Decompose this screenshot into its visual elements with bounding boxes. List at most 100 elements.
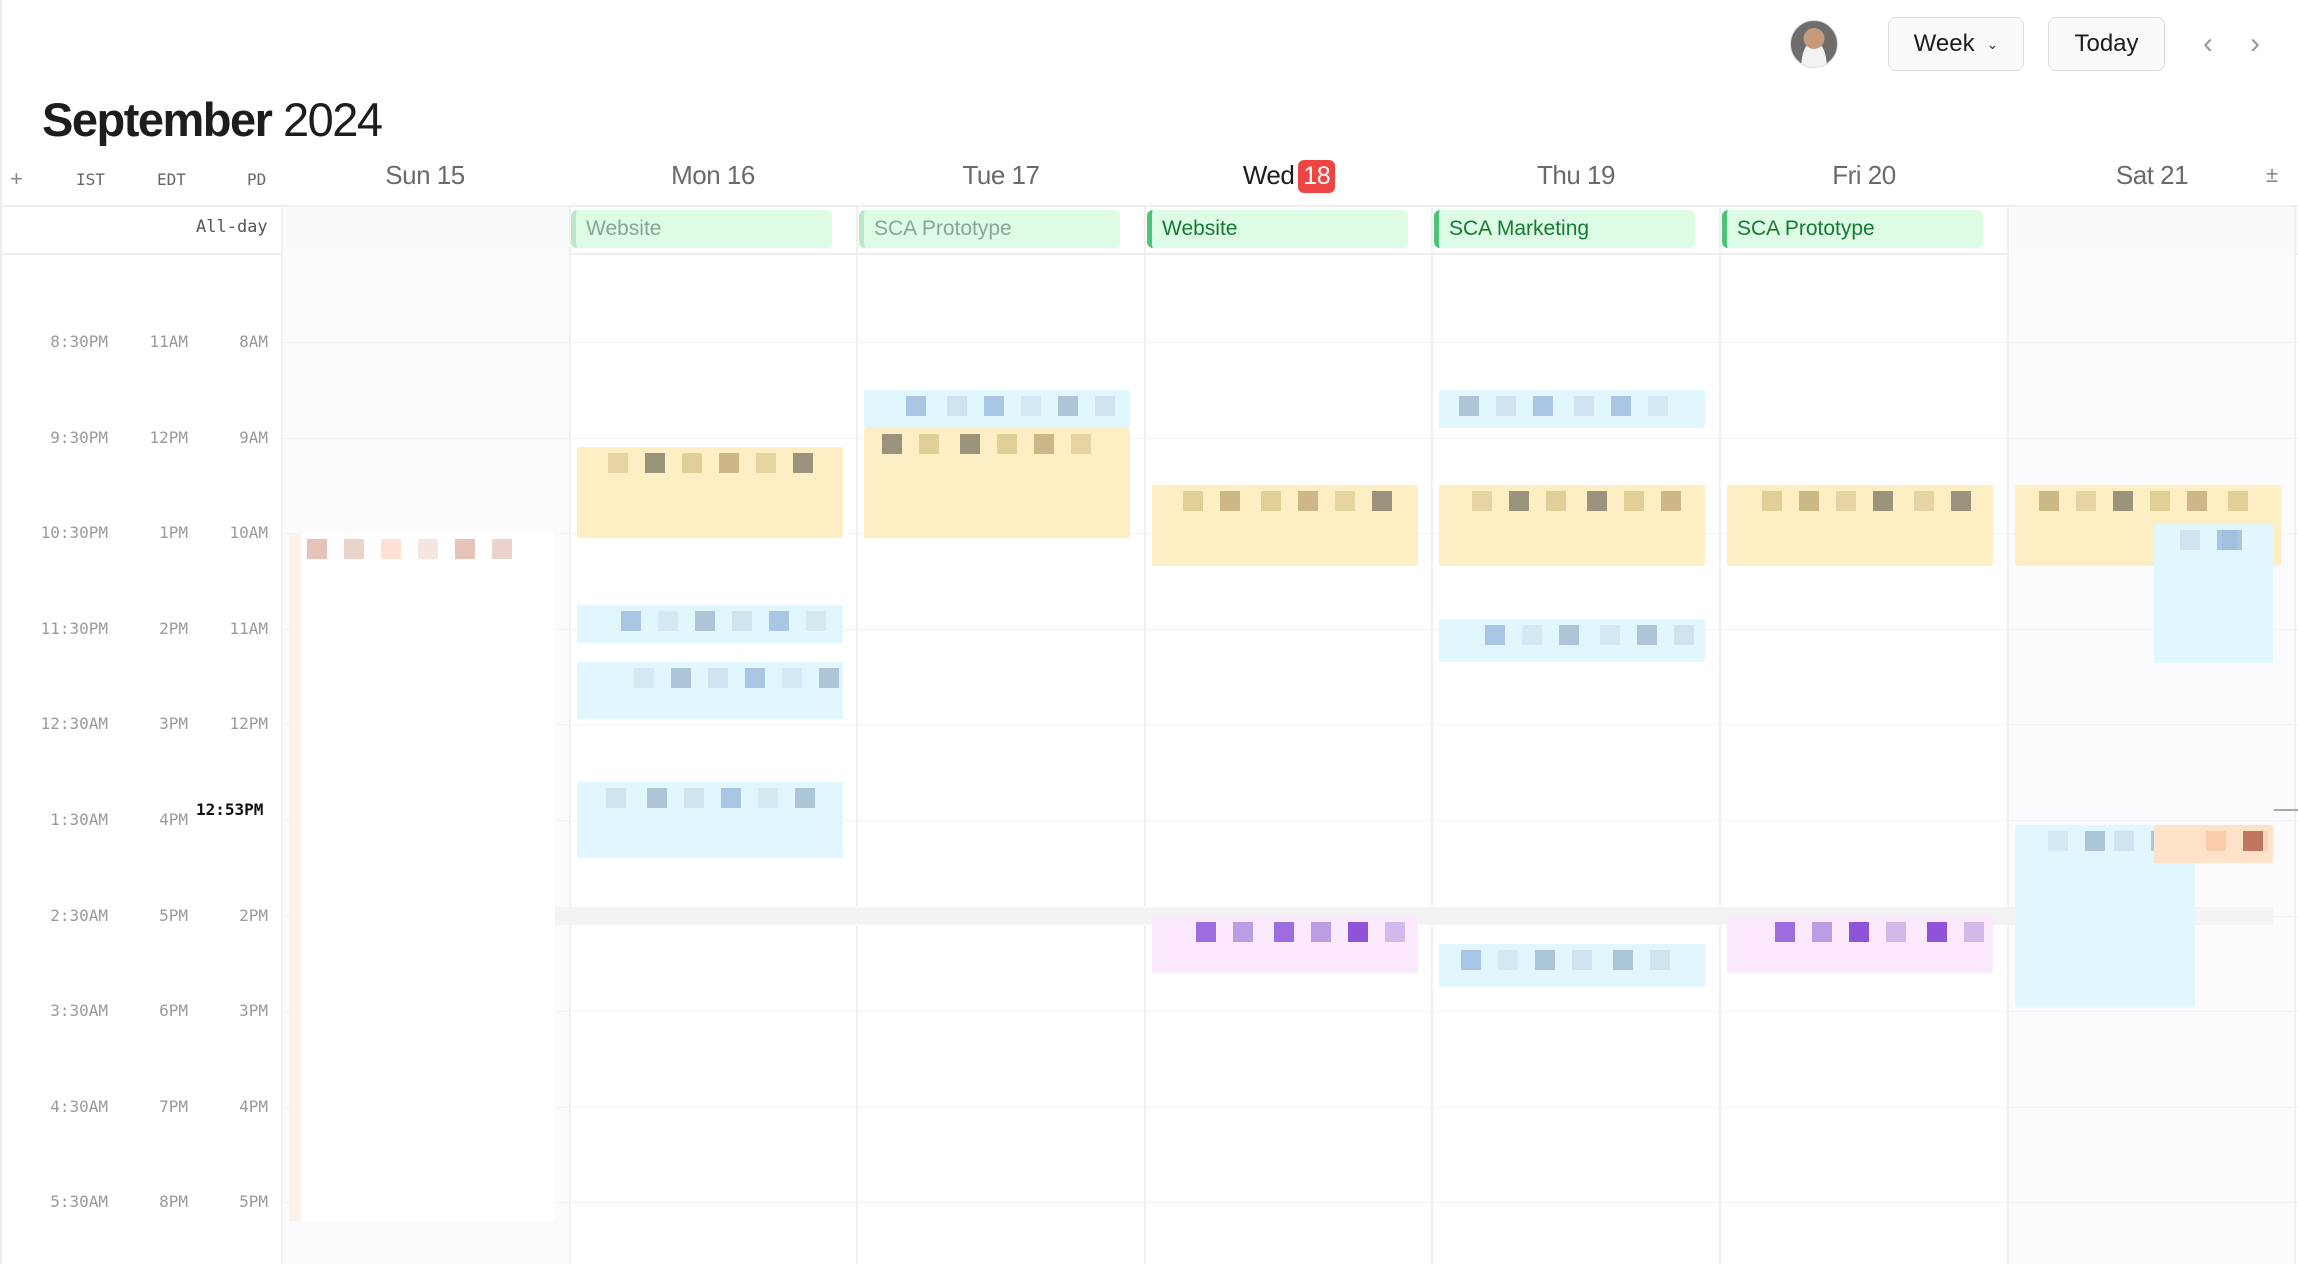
time-label: 8:30PM xyxy=(50,332,108,351)
time-label: 7PM xyxy=(159,1097,188,1116)
calendar-event[interactable] xyxy=(864,390,1130,428)
add-timezone-icon[interactable]: + xyxy=(10,166,23,192)
day-label: Thu 19 xyxy=(1537,160,1615,190)
obscured-text-pixel xyxy=(1964,922,1984,942)
obscured-text-pixel xyxy=(708,668,728,688)
day-header-tue[interactable]: Tue 17 xyxy=(857,160,1145,191)
obscured-text-pixel xyxy=(756,453,776,473)
obscured-text-pixel xyxy=(1509,491,1530,511)
obscured-text-pixel xyxy=(1021,396,1041,416)
obscured-text-pixel xyxy=(1927,922,1947,942)
view-select-label: Week xyxy=(1913,30,1975,57)
obscured-text-pixel xyxy=(2180,530,2200,550)
day-header-thu[interactable]: Thu 19 xyxy=(1432,160,1720,191)
time-label: 10:30PM xyxy=(40,523,108,542)
title-month: September xyxy=(42,93,273,146)
obscured-text-pixel xyxy=(1335,491,1355,511)
calendar-event[interactable] xyxy=(1727,485,1993,566)
obscured-text-pixel xyxy=(1624,491,1644,511)
calendar-event[interactable] xyxy=(577,662,843,719)
chevron-right-icon[interactable]: › xyxy=(2240,24,2270,64)
obscured-text-pixel xyxy=(647,788,667,808)
obscured-text-pixel xyxy=(1661,491,1681,511)
hour-gridline xyxy=(281,1202,2298,1203)
time-label: 3PM xyxy=(159,714,188,733)
allday-event[interactable]: SCA Marketing xyxy=(1434,210,1695,248)
day-header-mon[interactable]: Mon 16 xyxy=(569,160,857,191)
obscured-text-pixel xyxy=(1849,922,1870,942)
zoom-adjust-icon[interactable]: ± xyxy=(2266,162,2278,188)
calendar-event[interactable] xyxy=(577,447,843,538)
allday-cell-sat[interactable] xyxy=(2010,207,2298,253)
calendar-event[interactable] xyxy=(1152,916,1418,973)
window-edge xyxy=(0,0,2,1264)
obscured-text-pixel xyxy=(1574,396,1594,416)
time-label: 10AM xyxy=(229,523,268,542)
chevron-down-icon: ⌄ xyxy=(1986,35,1999,52)
obscured-text-pixel xyxy=(782,668,802,688)
user-avatar[interactable] xyxy=(1790,20,1838,68)
obscured-text-pixel xyxy=(1613,950,1633,970)
obscured-text-pixel xyxy=(1546,491,1567,511)
obscured-text-pixel xyxy=(1775,922,1796,942)
page-title: September 2024 xyxy=(42,92,383,147)
obscured-text-pixel xyxy=(806,611,826,631)
day-header-wed[interactable]: Wed 18 xyxy=(1145,160,1433,193)
time-label: 3:30AM xyxy=(50,1001,108,1020)
calendar-event[interactable] xyxy=(577,782,843,858)
time-label: 11:30PM xyxy=(40,619,108,638)
calendar-event[interactable] xyxy=(1439,485,1705,566)
obscured-text-pixel xyxy=(2150,491,2171,511)
obscured-text-pixel xyxy=(1914,491,1934,511)
obscured-text-pixel xyxy=(769,611,789,631)
day-header-fri[interactable]: Fri 20 xyxy=(1720,160,2008,191)
calendar-event[interactable] xyxy=(2154,825,2273,863)
obscured-text-pixel xyxy=(1886,922,1907,942)
allday-event[interactable]: SCA Prototype xyxy=(859,210,1120,248)
day-header-sat[interactable]: Sat 21 xyxy=(2008,160,2296,191)
calendar-event[interactable] xyxy=(1439,944,1705,987)
obscured-text-pixel xyxy=(2085,831,2105,851)
current-time-marker xyxy=(2274,809,2298,811)
obscured-text-pixel xyxy=(418,539,438,559)
obscured-text-pixel xyxy=(1572,950,1593,970)
obscured-text-pixel xyxy=(2228,491,2248,511)
calendar-event[interactable] xyxy=(864,428,1130,538)
time-label: 5PM xyxy=(159,906,188,925)
obscured-text-pixel xyxy=(1058,396,1078,416)
allday-event[interactable]: Website xyxy=(571,210,832,248)
obscured-text-pixel xyxy=(381,539,401,559)
chevron-left-icon[interactable]: ‹ xyxy=(2193,24,2223,64)
time-label: 1PM xyxy=(159,523,188,542)
current-time-label: 12:53PM xyxy=(196,800,264,819)
allday-event[interactable]: Website xyxy=(1147,210,1408,248)
calendar-event[interactable] xyxy=(1727,916,1993,973)
calendar-event[interactable] xyxy=(1439,619,1705,662)
today-button[interactable]: Today xyxy=(2048,17,2165,71)
calendar-event[interactable] xyxy=(1152,485,1418,566)
day-label: Fri 20 xyxy=(1832,160,1896,190)
calendar-event[interactable] xyxy=(577,605,843,643)
day-header-sun[interactable]: Sun 15 xyxy=(281,160,569,191)
day-column-divider xyxy=(1431,207,1433,1264)
hour-gridline xyxy=(281,1107,2298,1108)
obscured-text-pixel xyxy=(984,396,1004,416)
allday-cell-sun[interactable] xyxy=(283,207,569,253)
time-label: 2:30AM xyxy=(50,906,108,925)
time-label: 12:30AM xyxy=(40,714,108,733)
obscured-text-pixel xyxy=(793,453,813,473)
calendar-event[interactable] xyxy=(2154,524,2273,663)
time-label: 4PM xyxy=(159,810,188,829)
calendar-event[interactable] xyxy=(1439,390,1705,428)
calendar-event[interactable] xyxy=(289,533,555,1221)
time-label: 12PM xyxy=(229,714,268,733)
obscured-text-pixel xyxy=(684,788,704,808)
allday-event[interactable]: SCA Prototype xyxy=(1722,210,1983,248)
obscured-text-pixel xyxy=(1762,491,1783,511)
view-select-button[interactable]: Week ⌄ xyxy=(1888,17,2024,71)
obscured-text-pixel xyxy=(1034,434,1054,454)
obscured-text-pixel xyxy=(1459,396,1480,416)
obscured-text-pixel xyxy=(745,668,765,688)
obscured-text-pixel xyxy=(1261,491,1281,511)
obscured-text-pixel xyxy=(1674,625,1694,645)
